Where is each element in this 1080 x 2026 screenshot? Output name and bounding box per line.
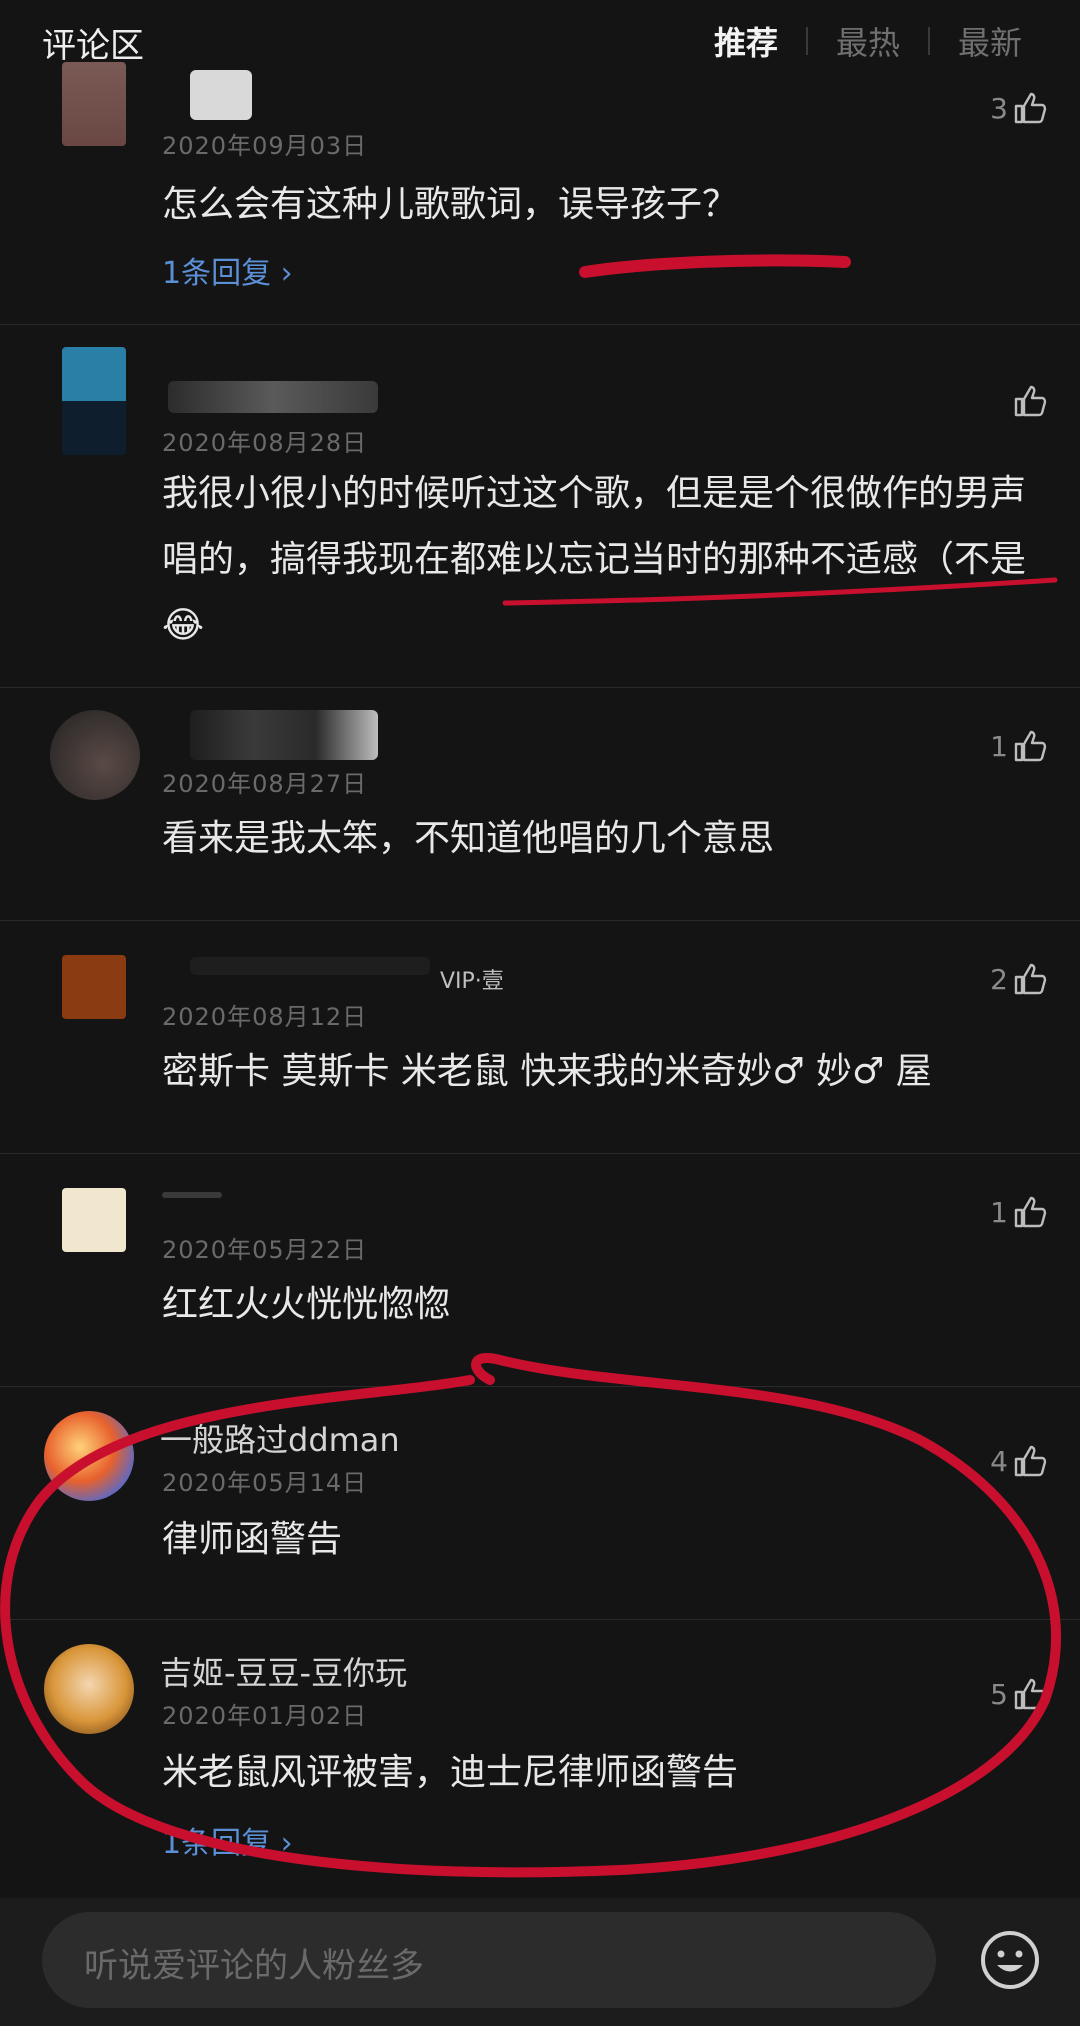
vip-badge: VIP·壹 <box>440 969 504 994</box>
like-button[interactable]: 5 <box>990 1674 1050 1714</box>
comment-item: 2020年09月03日 3 怎么会有这种儿歌歌词，误导孩子？ 1条回复 › <box>0 48 1080 325</box>
comment-input[interactable]: 听说爱评论的人粉丝多 <box>42 1912 936 2008</box>
comment-item: VIP·壹 2020年08月12日 2 密斯卡 莫斯卡 米老鼠 快来我的米奇妙♂… <box>0 921 1080 1154</box>
comment-item: 2020年05月22日 1 红红火火恍恍惚惚 <box>0 1154 1080 1387</box>
reply-count-label: 1条回复 <box>162 256 272 291</box>
username-obscured <box>162 1192 222 1198</box>
comment-date: 2020年08月28日 <box>162 429 368 457</box>
comment-date: 2020年05月14日 <box>162 1469 368 1497</box>
like-count: 1 <box>990 1195 1008 1229</box>
view-replies-link[interactable]: 1条回复 › <box>162 248 293 292</box>
like-count: 3 <box>990 91 1008 125</box>
comment-text: 红红火火恍恍惚惚 <box>162 1284 451 1325</box>
comment-text: 米老鼠风评被害，迪士尼律师函警告 <box>162 1752 739 1793</box>
comment-item: 吉姬-豆豆-豆你玩 2020年01月02日 5 米老鼠风评被害，迪士尼律师函警告… <box>0 1620 1080 1910</box>
comment-date: 2020年05月22日 <box>162 1236 368 1264</box>
comment-item: 2020年08月28日 我很小很小的时候听过这个歌，但是是个很做作的男声唱的，搞… <box>0 325 1080 688</box>
comment-username[interactable]: 一般路过ddman <box>160 1415 400 1461</box>
avatar[interactable] <box>62 62 126 146</box>
comment-item: 2020年08月27日 1 看来是我太笨，不知道他唱的几个意思 <box>0 688 1080 921</box>
like-button[interactable]: 4 <box>990 1441 1050 1481</box>
comment-text: 律师函警告 <box>162 1519 343 1560</box>
comment-username[interactable]: 吉姬-豆豆-豆你玩 <box>160 1648 407 1694</box>
view-replies-link[interactable]: 1条回复 › <box>162 1818 293 1862</box>
username-obscured <box>190 70 252 120</box>
avatar[interactable] <box>62 955 126 1019</box>
comment-text: 密斯卡 莫斯卡 米老鼠 快来我的米奇妙♂ 妙♂ 屋 <box>162 1051 932 1092</box>
like-count: 5 <box>990 1677 1008 1711</box>
comment-date: 2020年08月27日 <box>162 770 368 798</box>
avatar[interactable] <box>44 1644 134 1734</box>
thumbs-up-icon <box>1014 92 1047 124</box>
comment-text: 看来是我太笨，不知道他唱的几个意思 <box>162 818 775 859</box>
like-button[interactable] <box>1008 381 1050 421</box>
thumbs-up-icon <box>1014 1196 1047 1228</box>
avatar[interactable] <box>50 710 140 800</box>
thumbs-up-icon <box>1014 963 1047 995</box>
like-button[interactable]: 2 <box>990 959 1050 999</box>
reply-count-label: 1条回复 <box>162 1826 272 1861</box>
like-button[interactable]: 1 <box>990 1192 1050 1232</box>
username-obscured <box>190 710 378 760</box>
like-button[interactable]: 1 <box>990 726 1050 766</box>
avatar[interactable] <box>62 1188 126 1252</box>
like-count: 2 <box>990 962 1008 996</box>
emoji-icon[interactable] <box>978 1928 1042 1992</box>
avatar[interactable] <box>44 1411 134 1501</box>
username-obscured <box>168 381 378 413</box>
thumbs-up-icon <box>1014 1678 1047 1710</box>
username-obscured <box>190 957 430 975</box>
like-count: 1 <box>990 729 1008 763</box>
thumbs-up-icon <box>1014 1445 1047 1477</box>
comment-input-bar: 听说爱评论的人粉丝多 <box>0 1898 1080 2026</box>
comment-item: 一般路过ddman 2020年05月14日 4 律师函警告 <box>0 1387 1080 1620</box>
like-button[interactable]: 3 <box>990 88 1050 128</box>
comment-date: 2020年09月03日 <box>162 132 368 160</box>
comment-list: 2020年09月03日 3 怎么会有这种儿歌歌词，误导孩子？ 1条回复 › 20… <box>0 48 1080 1910</box>
comment-date: 2020年08月12日 <box>162 1003 368 1031</box>
like-count: 4 <box>990 1444 1008 1478</box>
comment-text: 怎么会有这种儿歌歌词，误导孩子？ <box>162 184 739 225</box>
comment-text: 我很小很小的时候听过这个歌，但是是个很做作的男声唱的，搞得我现在都难以忘记当时的… <box>162 473 1027 646</box>
thumbs-up-icon <box>1014 730 1047 762</box>
thumbs-up-icon <box>1014 385 1047 417</box>
comment-input-placeholder: 听说爱评论的人粉丝多 <box>84 1946 424 1986</box>
avatar[interactable] <box>62 347 126 455</box>
comment-date: 2020年01月02日 <box>162 1702 368 1730</box>
